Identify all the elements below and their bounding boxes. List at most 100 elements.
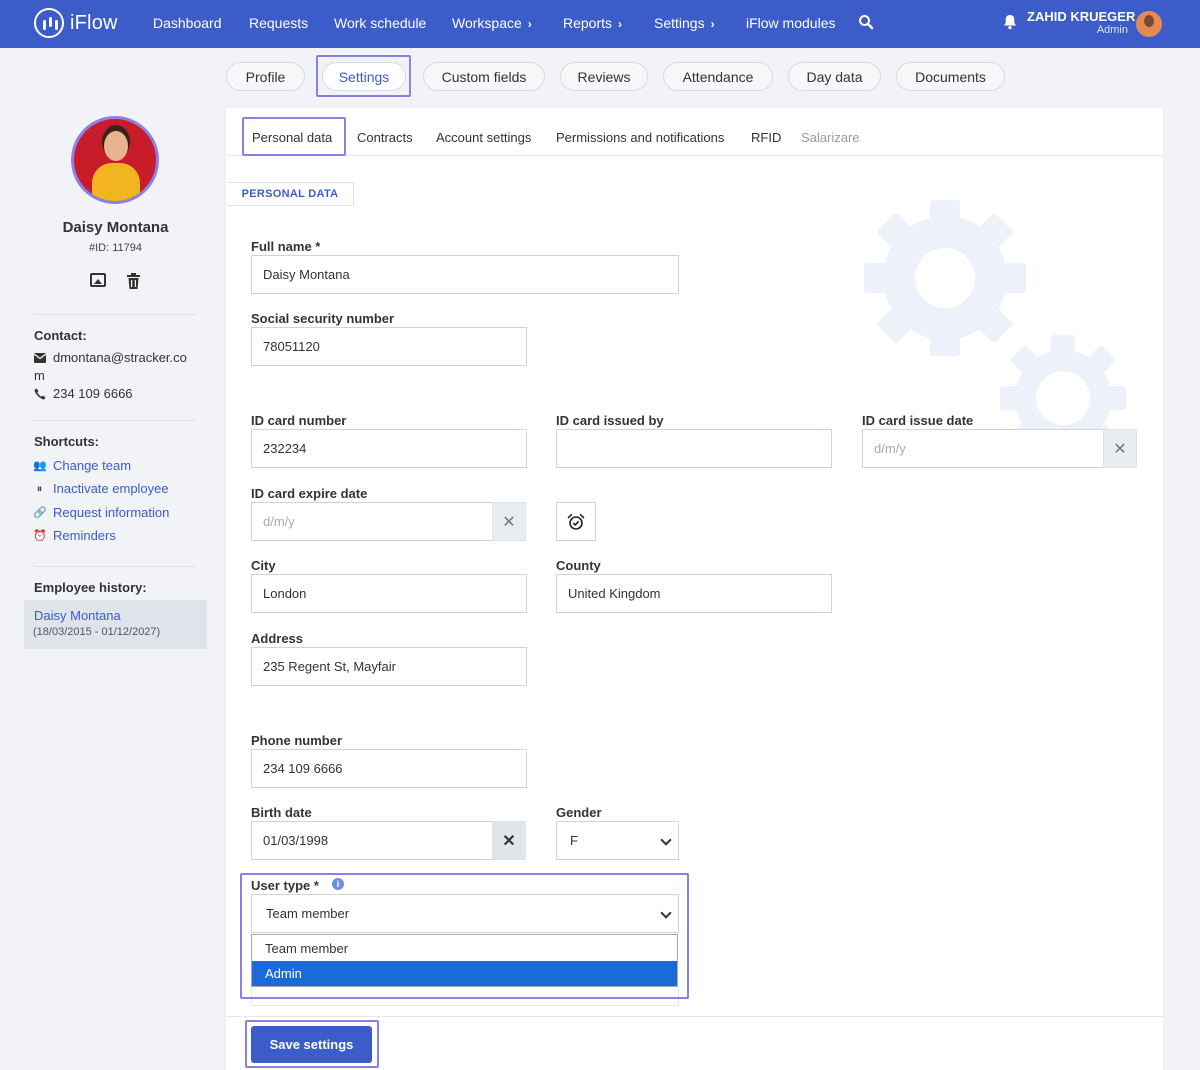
app-name: iFlow [70,11,118,34]
full-name-input[interactable]: Daisy Montana [251,255,679,294]
ssn-input[interactable]: 78051120 [251,327,527,366]
birth-date-input[interactable]: 01/03/1998 [251,821,493,860]
chevron-right-icon: › [710,17,715,31]
divider [34,566,196,567]
nav-dashboard[interactable]: Dashboard [153,15,222,31]
chevron-down-icon [660,907,672,919]
contact-email[interactable]: dmontana@stracker.co [34,350,187,365]
label-id-card-expire-date: ID card expire date [251,486,368,501]
contact-phone[interactable]: 234 109 6666 [34,386,133,401]
info-icon[interactable]: i [332,878,344,890]
tab-attendance[interactable]: Attendance [663,62,773,91]
label-id-card-issued-by: ID card issued by [556,413,664,428]
subtab-rfid[interactable]: RFID [751,130,781,145]
nav-reports[interactable]: Reports › [563,15,622,31]
chevron-right-icon: › [618,17,623,31]
users-icon: 👥 [33,459,47,472]
clear-expire-date-button[interactable]: ✕ [492,502,526,541]
label-id-card-issue-date: ID card issue date [862,413,974,428]
id-card-issued-by-input[interactable] [556,429,832,468]
bell-icon[interactable] [1003,14,1017,30]
alarm-clock-icon: ⏰ [33,529,47,542]
shortcut-reminders[interactable]: ⏰ Reminders [33,528,116,543]
user-avatar[interactable] [1136,11,1162,37]
hidden-field-edge [251,986,679,1006]
close-icon: ✕ [1113,440,1127,458]
image-icon[interactable] [90,273,106,287]
id-card-expire-date-input[interactable]: d/m/y [251,502,493,541]
trash-icon[interactable] [127,273,140,289]
label-birth-date: Birth date [251,805,312,820]
history-name: Daisy Montana [34,608,121,623]
tab-settings[interactable]: Settings [322,62,406,91]
label-gender: Gender [556,805,602,820]
link-icon: 🔗 [33,506,47,519]
employee-name: Daisy Montana [62,219,169,236]
user-type-dropdown: Team member Admin [251,934,678,987]
expire-reminder-button[interactable] [556,502,596,541]
user-type-option-admin[interactable]: Admin [252,961,677,986]
user-type-option-team-member[interactable]: Team member [252,936,677,961]
label-address: Address [251,631,304,646]
id-card-issue-date-input[interactable]: d/m/y [862,429,1104,468]
shortcut-request-information[interactable]: 🔗 Request information [33,505,169,520]
iflow-logo[interactable]: iFlow [34,8,118,38]
label-id-card-number: ID card number [251,413,347,428]
subtabs-divider [226,155,1163,156]
shortcuts-title: Shortcuts: [34,434,99,449]
search-icon[interactable] [858,14,874,30]
nav-work-schedule[interactable]: Work schedule [334,15,426,31]
close-icon: ✕ [502,832,516,850]
pause-circle-icon: ⏸ [36,482,43,495]
section-tag: PERSONAL DATA [227,182,354,206]
subtab-personal-data[interactable]: Personal data [252,130,332,145]
employee-avatar [71,116,159,204]
label-city: City [251,558,276,573]
user-type-select[interactable]: Team member [251,894,679,933]
iflow-logo-icon [34,8,64,38]
nav-workspace[interactable]: Workspace › [452,15,532,31]
save-settings-button[interactable]: Save settings [251,1026,372,1063]
tab-day-data[interactable]: Day data [788,62,881,91]
subtab-salarizare[interactable]: Salarizare [801,130,860,145]
phone-icon [34,388,46,400]
address-input[interactable]: 235 Regent St, Mayfair [251,647,527,686]
shortcut-change-team[interactable]: 👥 Change team [33,458,131,473]
nav-requests[interactable]: Requests [249,15,308,31]
county-input[interactable]: United Kingdom [556,574,832,613]
label-full-name: Full name * [251,239,321,254]
subtab-contracts[interactable]: Contracts [357,130,413,145]
label-county: County [556,558,601,573]
subtab-account-settings[interactable]: Account settings [436,130,531,145]
divider [34,420,196,421]
tab-profile[interactable]: Profile [226,62,305,91]
phone-number-input[interactable]: 234 109 6666 [251,749,527,788]
footer-divider [226,1016,1163,1017]
gender-select[interactable]: F [556,821,679,860]
nav-settings[interactable]: Settings › [654,15,715,31]
clear-issue-date-button[interactable]: ✕ [1103,429,1137,468]
contact-title: Contact: [34,328,87,343]
user-name[interactable]: ZAHID KRUEGER [1027,9,1135,24]
label-user-type: User type * [251,878,319,893]
id-card-number-input[interactable]: 232234 [251,429,527,468]
alarm-clock-icon [567,513,585,530]
user-role: Admin [1096,24,1128,36]
shortcut-inactivate-employee[interactable]: ⏸ Inactivate employee [33,481,169,496]
employee-history-item[interactable]: Daisy Montana (18/03/2015 - 01/12/2027) [24,600,207,649]
label-ssn: Social security number [251,311,395,326]
top-navbar: iFlow Dashboard Requests Work schedule W… [0,0,1200,48]
chevron-down-icon [660,834,672,846]
tab-custom-fields[interactable]: Custom fields [423,62,545,91]
divider [34,314,196,315]
tab-reviews[interactable]: Reviews [560,62,648,91]
employee-id: #ID: 11794 [88,242,142,254]
nav-iflow-modules[interactable]: iFlow modules [746,15,835,31]
envelope-icon [34,353,46,363]
city-input[interactable]: London [251,574,527,613]
history-dates: (18/03/2015 - 01/12/2027) [33,626,161,638]
subtab-permissions-notifications[interactable]: Permissions and notifications [556,130,724,145]
history-title: Employee history: [34,580,147,595]
clear-birth-date-button[interactable]: ✕ [492,821,526,860]
tab-documents[interactable]: Documents [896,62,1005,91]
